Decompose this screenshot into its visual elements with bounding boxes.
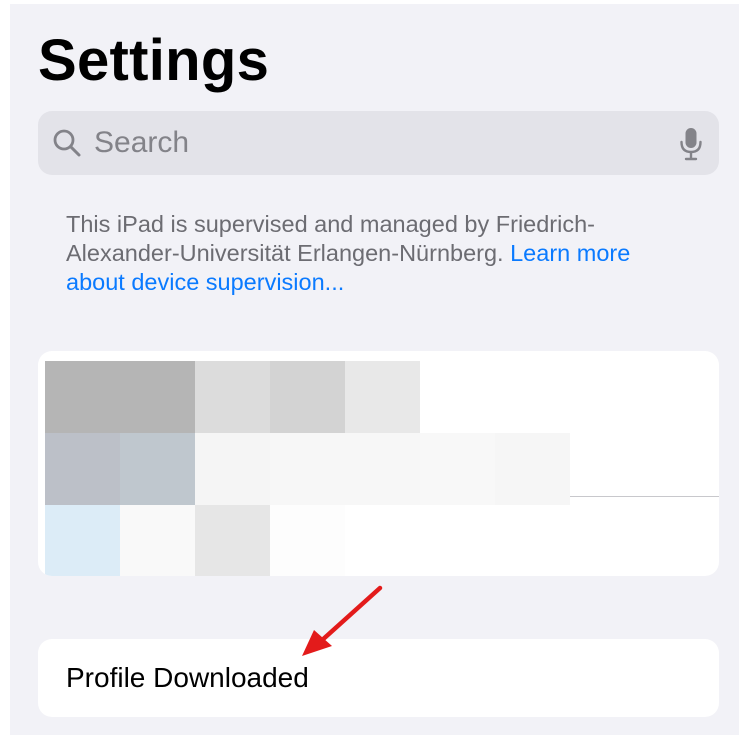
redacted-blur-cell <box>120 505 195 576</box>
row-divider <box>570 496 719 497</box>
search-input[interactable] <box>94 119 654 167</box>
redacted-blur-cell <box>120 361 195 433</box>
redacted-blur-cell <box>345 361 420 433</box>
annotation-arrow-icon <box>302 585 383 656</box>
redacted-blur-cell <box>195 433 270 505</box>
redacted-blur-cell <box>345 433 420 505</box>
redacted-blur-area <box>45 361 570 576</box>
microphone-icon[interactable] <box>679 127 703 161</box>
page-title: Settings <box>38 28 270 93</box>
profile-downloaded-label: Profile Downloaded <box>66 662 309 693</box>
account-card-redacted[interactable] <box>38 351 719 576</box>
redacted-blur-cell <box>195 361 270 433</box>
redacted-blur-cell <box>45 361 120 433</box>
redacted-blur-cell <box>120 433 195 505</box>
redacted-blur-cell <box>495 433 570 505</box>
redacted-blur-cell <box>495 505 570 576</box>
redacted-blur-cell <box>420 433 495 505</box>
redacted-blur-cell <box>270 505 345 576</box>
search-icon <box>53 129 81 157</box>
redacted-blur-cell <box>195 505 270 576</box>
redacted-blur-cell <box>45 505 120 576</box>
redacted-blur-cell <box>45 433 120 505</box>
redacted-blur-cell <box>345 505 420 576</box>
redacted-blur-cell <box>420 505 495 576</box>
redacted-blur-cell <box>270 433 345 505</box>
redacted-blur-cell <box>270 361 345 433</box>
search-bar[interactable] <box>38 111 719 175</box>
supervision-notice: This iPad is supervised and managed by F… <box>66 210 676 297</box>
